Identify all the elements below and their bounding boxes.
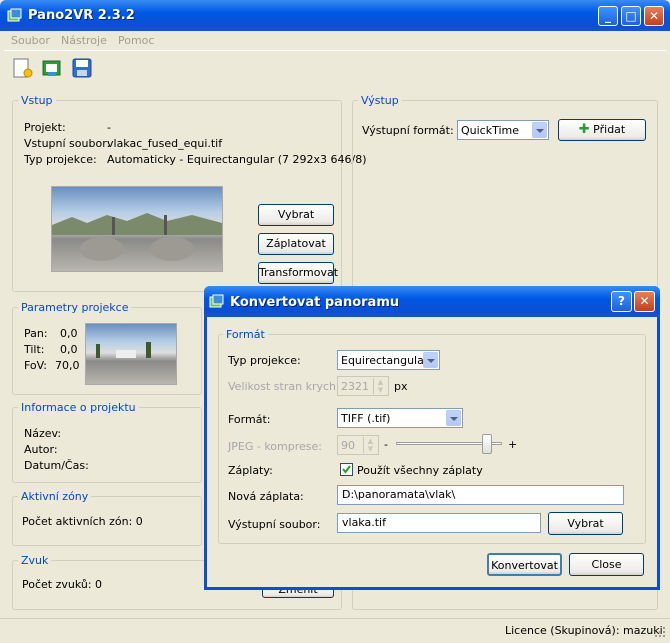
pan-label: Pan: [24,327,48,340]
params-group-legend: Parametry projekce [18,301,132,314]
window-title: Pano2VR 2.3.2 [28,8,135,23]
input-file-value: vlakac_fused_equi.tif [107,137,223,150]
new-patch-label: Nová záplata: [228,490,304,503]
cube-size-unit: px [394,380,408,393]
tilt-value: 0,0 [60,343,78,356]
zones-count: Počet aktivních zón: 0 [22,515,143,528]
spinner-arrows-icon: ▲ ▼ [373,378,387,394]
dialog-close-button[interactable]: Close [569,553,644,576]
projection-value: Automaticky - Equirectangular (7 292x3 6… [107,153,367,166]
format-group-legend: Formát [223,328,268,341]
chevron-down-icon[interactable] [423,352,438,368]
menu-pomoc[interactable]: Pomoc [118,34,154,47]
dialog-app-icon [209,294,224,309]
plus-icon: ✚ [578,122,590,137]
dialog-title: Konvertovat panoramu [230,295,400,310]
view-preview [85,323,177,385]
output-format-label: Výstupní formát: [362,124,454,137]
tilt-label: Tilt: [24,343,45,356]
app-icon [7,8,22,23]
license-status: Licence (Skupinová): mazuki [505,624,663,637]
jpeg-plus: + [508,438,518,451]
patch-button[interactable]: Záplatovat [258,233,334,255]
cube-size-value: 2321 [341,380,369,393]
output-group-legend: Výstup [358,94,402,107]
format-value: TIFF (.tif) [341,412,391,425]
dialog-select-button[interactable]: Vybrat [548,512,623,535]
jpeg-minus: - [384,438,388,451]
use-all-patches-label[interactable]: Použít všechny záplaty [357,464,483,477]
jpeg-compression-label: JPEG - komprese: [228,440,322,453]
help-icon[interactable]: ? [611,291,632,312]
output-file-label: Výstupní soubor: [228,518,321,531]
menu-soubor[interactable]: Soubor [11,34,50,47]
author-label: Autor: [24,443,58,456]
cube-size-spinner: 2321 ▲ ▼ [337,376,389,396]
select-input-button[interactable]: Vybrat [258,204,334,226]
resize-grip-icon[interactable] [654,626,666,638]
save-icon[interactable] [71,57,93,79]
chevron-down-icon[interactable] [446,410,461,426]
convert-button[interactable]: Konvertovat [487,553,562,576]
info-group-legend: Informace o projektu [18,401,139,414]
jpeg-slider-thumb[interactable] [482,434,493,454]
add-output-label: Přidat [593,123,626,136]
zones-group-legend: Aktivní zóny [18,490,92,503]
transform-button[interactable]: Transformovat [258,262,338,284]
chevron-down-icon[interactable] [532,122,547,138]
output-file-input[interactable]: vlaka.tif [337,513,541,533]
pan-value: 0,0 [60,327,78,340]
project-value: - [107,121,111,134]
add-output-button[interactable]: ✚ Přidat [558,119,646,141]
dialog-close-icon[interactable]: ✕ [634,291,655,312]
datetime-label: Datum/Čas: [24,459,89,472]
fov-label: FoV: [24,359,47,372]
input-group-legend: Vstup [18,94,56,107]
maximize-icon[interactable]: □ [621,6,641,26]
fov-value: 70,0 [55,359,80,372]
minimize-icon[interactable]: _ [598,6,618,26]
use-all-patches-checkbox[interactable] [340,463,353,476]
output-format-select[interactable]: QuickTime [457,120,549,140]
jpeg-quality-value: 90 [341,439,355,452]
format-label: Formát: [228,413,271,426]
spinner-arrows-icon: ▲ ▼ [363,437,377,453]
name-label: Název: [24,427,62,440]
projection-type-select[interactable]: Equirectangular [337,350,440,370]
menu-nastroje[interactable]: Nástroje [61,34,107,47]
patches-label: Záplaty: [228,464,273,477]
close-icon[interactable]: ✕ [644,6,664,26]
menu-separator [4,50,666,51]
project-label: Projekt: [24,121,66,134]
panorama-preview [51,186,223,272]
projection-type-label: Typ projekce: [228,354,301,367]
projection-label: Typ projekce: [24,153,97,166]
sound-group-legend: Zvuk [18,554,52,567]
output-format-value: QuickTime [461,124,520,137]
new-patch-input[interactable]: D:\panoramata\vlak\ [337,485,624,505]
sounds-count: Počet zvuků: 0 [22,578,103,591]
format-select[interactable]: TIFF (.tif) [337,408,463,428]
jpeg-quality-spinner: 90 ▲ ▼ [337,435,379,455]
new-project-icon[interactable] [11,57,33,79]
open-project-icon[interactable] [41,57,63,79]
cube-size-label: Velikost stran krychle: [228,380,350,393]
input-file-label: Vstupní soubor: [24,137,111,150]
checkmark-icon [342,465,351,474]
projection-type-value: Equirectangular [341,354,429,367]
